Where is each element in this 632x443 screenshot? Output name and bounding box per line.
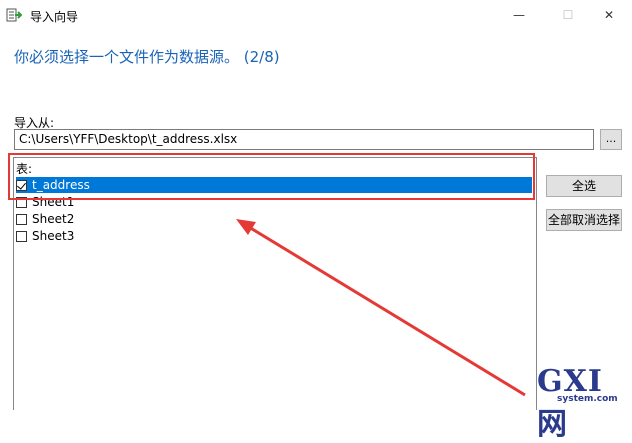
minimize-icon: — xyxy=(513,8,525,22)
import-wizard-icon xyxy=(6,8,22,22)
page-heading: 你必须选择一个文件作为数据源。 (2/8) xyxy=(14,48,280,66)
watermark-logo: GXI网 system.com xyxy=(537,364,632,442)
window-title: 导入向导 xyxy=(30,10,79,24)
table-name: t_address xyxy=(32,178,90,192)
table-row-sheet1[interactable]: Sheet1 xyxy=(16,194,532,210)
table-list[interactable]: 表: t_address Sheet1 Sheet2 Sheet3 xyxy=(13,157,537,410)
select-all-button[interactable]: 全选 xyxy=(546,175,622,197)
table-row-t-address[interactable]: t_address xyxy=(16,177,532,193)
maximize-icon: ☐ xyxy=(562,8,574,22)
watermark-sub: system.com xyxy=(557,394,618,404)
checkbox-sheet1[interactable] xyxy=(16,196,27,208)
browse-button[interactable]: ... xyxy=(600,129,622,150)
source-path-field[interactable]: C:\Users\YFF\Desktop\t_address.xlsx xyxy=(14,129,594,150)
table-name: Sheet2 xyxy=(32,212,75,226)
maximize-button[interactable]: ☐ xyxy=(545,0,591,30)
close-button[interactable]: ✕ xyxy=(586,0,632,30)
checkbox-sheet2[interactable] xyxy=(16,213,27,225)
minimize-button[interactable]: — xyxy=(496,0,542,30)
title-bar: 导入向导 — ☐ ✕ xyxy=(0,0,632,30)
table-name: Sheet1 xyxy=(32,195,75,209)
table-name: Sheet3 xyxy=(32,229,75,243)
checkbox-sheet3[interactable] xyxy=(16,230,27,242)
table-row-sheet3[interactable]: Sheet3 xyxy=(16,228,532,244)
close-icon: ✕ xyxy=(603,8,615,22)
deselect-all-button[interactable]: 全部取消选择 xyxy=(546,209,622,231)
tables-label: 表: xyxy=(16,162,33,176)
table-row-sheet2[interactable]: Sheet2 xyxy=(16,211,532,227)
checkbox-t-address[interactable] xyxy=(16,179,27,191)
